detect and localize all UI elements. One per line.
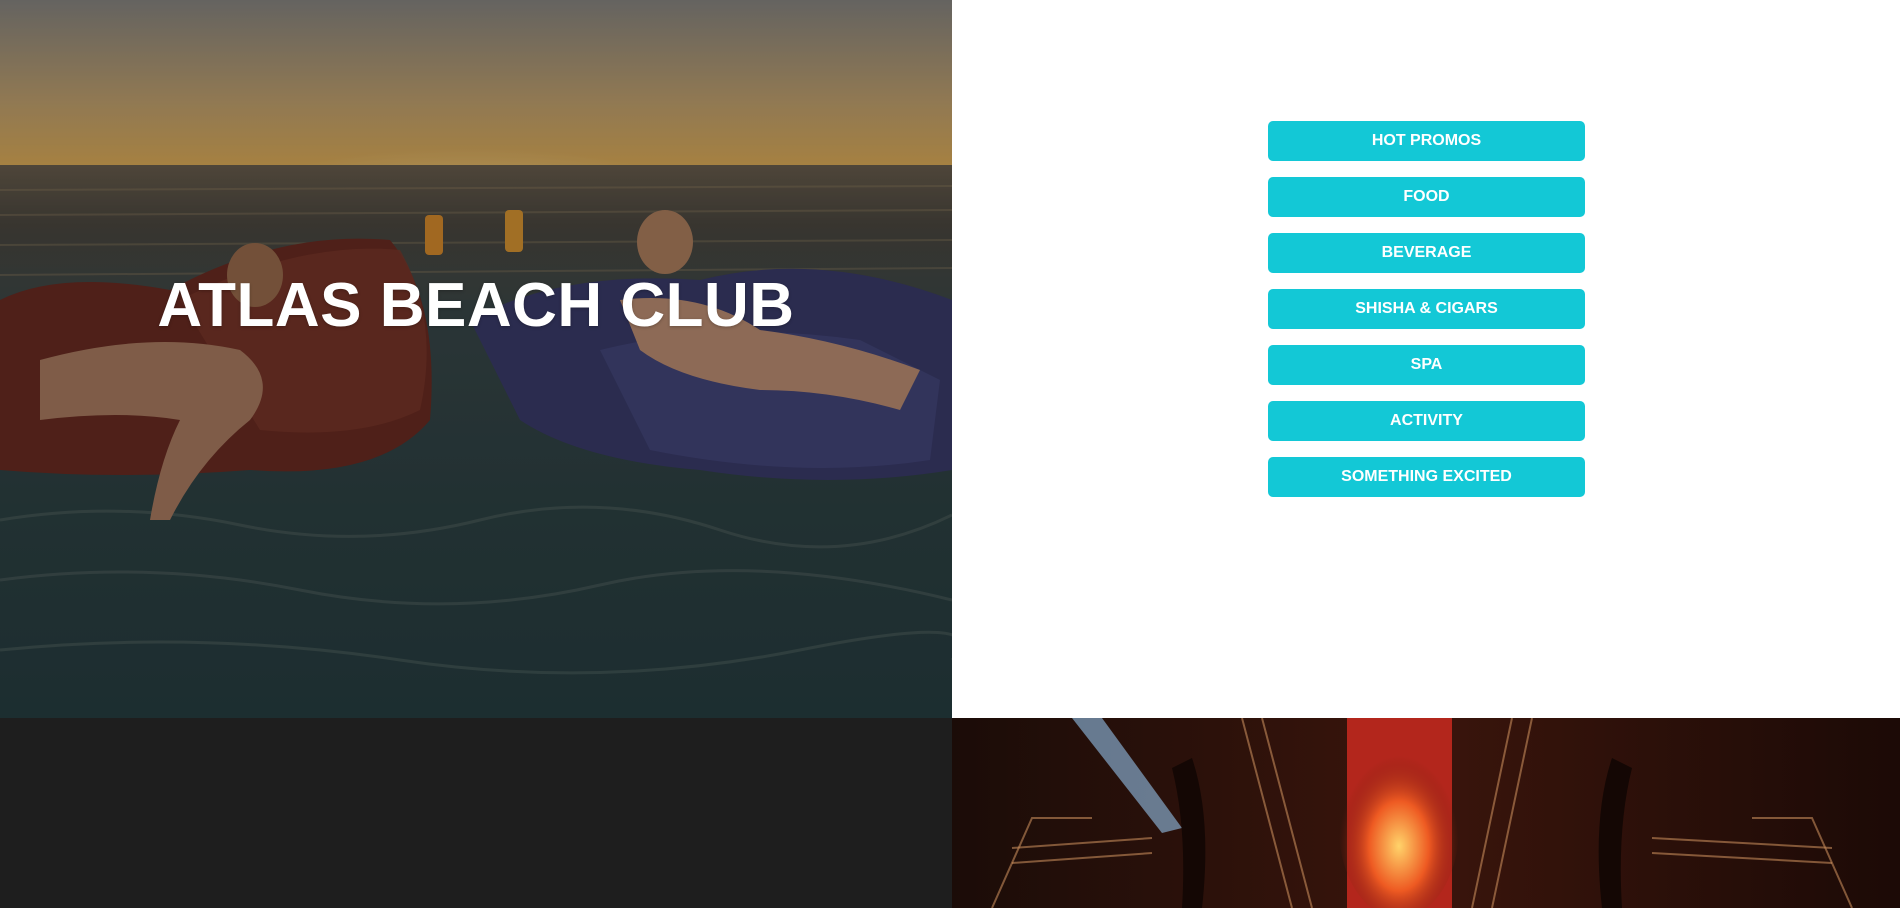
activity-button[interactable]: ACTIVITY xyxy=(1268,401,1585,441)
food-button[interactable]: FOOD xyxy=(1268,177,1585,217)
hero-title: ATLAS BEACH CLUB xyxy=(157,271,795,340)
hot-promos-button[interactable]: HOT PROMOS xyxy=(1268,121,1585,161)
nightclub-stage-photo xyxy=(952,718,1900,908)
menu-panel: HOT PROMOS FOOD BEVERAGE SHISHA & CIGARS… xyxy=(952,0,1900,718)
spa-button[interactable]: SPA xyxy=(1268,345,1585,385)
menu-list: HOT PROMOS FOOD BEVERAGE SHISHA & CIGARS… xyxy=(1268,121,1585,513)
menu-item: SPA xyxy=(1268,345,1585,385)
dark-band xyxy=(0,718,952,908)
hero-section: ATLAS BEACH CLUB xyxy=(0,0,952,718)
club-photo-section xyxy=(952,718,1900,908)
hero-overlay xyxy=(0,0,952,718)
menu-item: SOMETHING EXCITED xyxy=(1268,457,1585,497)
menu-item: FOOD xyxy=(1268,177,1585,217)
something-excited-button[interactable]: SOMETHING EXCITED xyxy=(1268,457,1585,497)
menu-item: SHISHA & CIGARS xyxy=(1268,289,1585,329)
menu-item: BEVERAGE xyxy=(1268,233,1585,273)
shisha-cigars-button[interactable]: SHISHA & CIGARS xyxy=(1268,289,1585,329)
menu-item: ACTIVITY xyxy=(1268,401,1585,441)
beverage-button[interactable]: BEVERAGE xyxy=(1268,233,1585,273)
menu-item: HOT PROMOS xyxy=(1268,121,1585,161)
page: ATLAS BEACH CLUB HOT PROMOS FOOD BEVERAG… xyxy=(0,0,1900,908)
